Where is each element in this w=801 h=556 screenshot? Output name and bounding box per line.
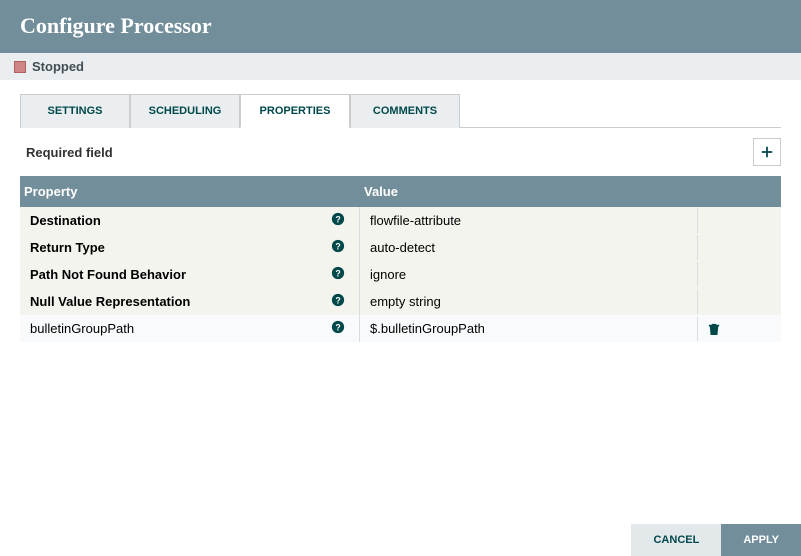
tab-bar: SETTINGS SCHEDULING PROPERTIES COMMENTS — [20, 93, 781, 128]
property-actions-cell — [698, 216, 780, 226]
property-name-cell[interactable]: Null Value Representation? — [20, 288, 360, 315]
svg-text:?: ? — [335, 296, 340, 306]
property-value: $.bulletinGroupPath — [370, 321, 485, 336]
property-value: auto-detect — [370, 240, 435, 255]
col-property: Property — [20, 176, 360, 207]
property-actions-cell — [698, 270, 780, 280]
tab-scheduling[interactable]: SCHEDULING — [130, 94, 240, 128]
help-icon[interactable]: ? — [331, 212, 345, 226]
required-field-label: Required field — [26, 145, 113, 160]
add-property-button[interactable] — [753, 138, 781, 166]
property-actions-cell — [698, 297, 780, 307]
property-name: bulletinGroupPath — [30, 321, 134, 336]
help-icon[interactable]: ? — [331, 266, 345, 280]
status-bar: Stopped — [0, 53, 801, 80]
apply-button[interactable]: APPLY — [721, 524, 801, 556]
dialog-title: Configure Processor — [20, 13, 781, 39]
tab-settings[interactable]: SETTINGS — [20, 94, 130, 128]
property-value-cell[interactable]: empty string — [360, 289, 698, 314]
property-name-cell[interactable]: Destination? — [20, 207, 360, 234]
property-name: Path Not Found Behavior — [30, 267, 186, 282]
table-header: Property Value — [20, 176, 781, 207]
property-value-cell[interactable]: $.bulletinGroupPath — [360, 316, 698, 341]
cancel-button[interactable]: CANCEL — [631, 524, 721, 556]
table-row[interactable]: bulletinGroupPath? $.bulletinGroupPath — [20, 315, 781, 342]
table-row[interactable]: Path Not Found Behavior? ignore — [20, 261, 781, 288]
property-actions-cell — [698, 243, 780, 253]
table-row[interactable]: Return Type? auto-detect — [20, 234, 781, 261]
tab-comments[interactable]: COMMENTS — [350, 94, 460, 128]
properties-table: Property Value Destination? flowfile-attr… — [20, 176, 781, 342]
trash-icon[interactable] — [708, 322, 720, 336]
property-name-cell[interactable]: Return Type? — [20, 234, 360, 261]
property-value-cell[interactable]: ignore — [360, 262, 698, 287]
property-actions-cell — [698, 317, 780, 341]
tab-properties[interactable]: PROPERTIES — [240, 94, 350, 128]
svg-text:?: ? — [335, 323, 340, 333]
property-name: Destination — [30, 213, 101, 228]
property-value: flowfile-attribute — [370, 213, 461, 228]
status-label: Stopped — [32, 59, 84, 74]
help-icon[interactable]: ? — [331, 293, 345, 307]
svg-text:?: ? — [335, 269, 340, 279]
dialog-header: Configure Processor — [0, 0, 801, 53]
stopped-icon — [14, 61, 26, 73]
help-icon[interactable]: ? — [331, 320, 345, 334]
property-value: empty string — [370, 294, 441, 309]
col-actions — [698, 176, 780, 207]
col-value: Value — [360, 176, 698, 207]
property-name-cell[interactable]: bulletinGroupPath? — [20, 315, 360, 342]
help-icon[interactable]: ? — [331, 239, 345, 253]
property-value: ignore — [370, 267, 406, 282]
table-row[interactable]: Null Value Representation? empty string — [20, 288, 781, 315]
property-name-cell[interactable]: Path Not Found Behavior? — [20, 261, 360, 288]
dialog-footer: CANCEL APPLY — [631, 524, 801, 556]
table-row[interactable]: Destination? flowfile-attribute — [20, 207, 781, 234]
svg-text:?: ? — [335, 242, 340, 252]
plus-icon — [760, 145, 774, 159]
property-name: Null Value Representation — [30, 294, 190, 309]
property-value-cell[interactable]: auto-detect — [360, 235, 698, 260]
property-name: Return Type — [30, 240, 105, 255]
svg-text:?: ? — [335, 215, 340, 225]
property-value-cell[interactable]: flowfile-attribute — [360, 208, 698, 233]
